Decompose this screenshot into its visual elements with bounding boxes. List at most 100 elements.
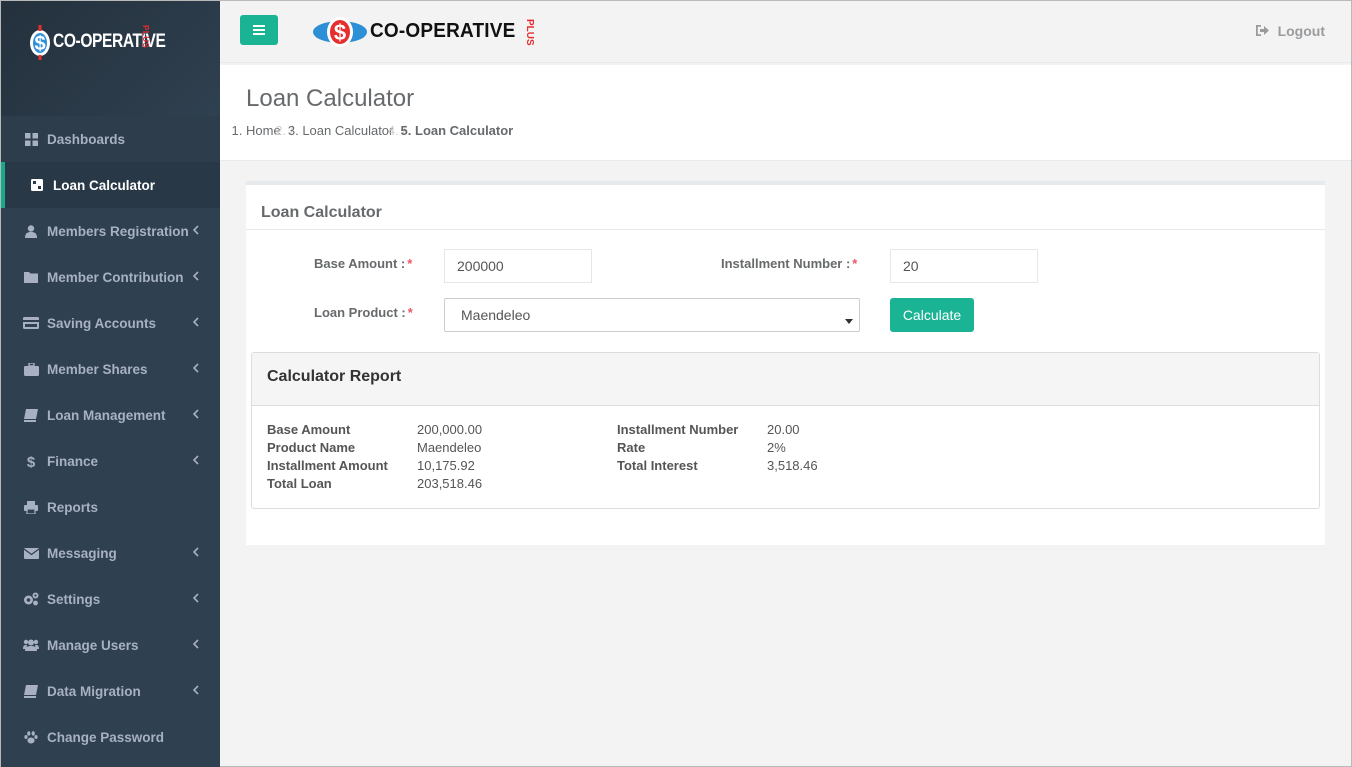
calculator-report-panel: Calculator Report Base Amount Product Na…: [251, 352, 1320, 509]
sidebar-item-finance[interactable]: $ Finance: [1, 438, 220, 484]
chevron-left-icon: [192, 316, 202, 328]
briefcase-icon: [23, 361, 39, 377]
installment-number-label-text: Installment Number :: [721, 256, 851, 271]
page-title: Loan Calculator: [246, 85, 415, 112]
top-navbar: $ CO-OPERATIVE PLUS Logout: [220, 1, 1351, 63]
sidebar-item-label: Data Migration: [47, 683, 141, 699]
sidebar-item-saving-accounts[interactable]: Saving Accounts: [1, 300, 220, 346]
sidebar-item-label: Saving Accounts: [47, 315, 157, 331]
credit-card-icon: [23, 315, 39, 331]
sidebar-item-members-registration[interactable]: Members Registration: [1, 208, 220, 254]
logout-link[interactable]: Logout: [1255, 23, 1325, 39]
report-right-values: 20.00 2% 3,518.46: [767, 421, 818, 475]
report-label: Installment Number: [617, 422, 739, 437]
sidebar-item-member-shares[interactable]: Member Shares: [1, 346, 220, 392]
report-value: 200,000.00: [417, 422, 483, 437]
sidebar: $ CO-OPERATIVE PLUS Dashboards Loan Calc…: [1, 1, 220, 767]
sidebar-item-label: Change Password: [47, 729, 165, 745]
sidebar-item-label: Messaging: [47, 545, 117, 561]
sidebar-item-settings[interactable]: Settings: [1, 576, 220, 622]
chevron-left-icon: [192, 638, 202, 650]
chevron-left-icon: [192, 454, 202, 466]
sidebar-item-label: Members Registration: [47, 223, 189, 239]
report-label: Rate: [617, 440, 646, 455]
report-value: 10,175.92: [417, 458, 475, 473]
sidebar-brand-plus: PLUS: [141, 25, 150, 49]
sidebar-item-reports[interactable]: Reports: [1, 484, 220, 530]
loan-product-label: Loan Product : *: [314, 305, 413, 320]
sidebar-logo[interactable]: $ CO-OPERATIVE PLUS: [29, 23, 190, 61]
dollar-icon: $: [23, 453, 39, 469]
sidebar-item-label: Finance: [47, 453, 99, 469]
report-value: Maendeleo: [417, 440, 482, 455]
base-amount-label: Base Amount : *: [314, 256, 412, 271]
sidebar-item-loan-management[interactable]: Loan Management: [1, 392, 220, 438]
book-icon: [23, 683, 39, 699]
sidebar-item-label: Loan Calculator: [53, 177, 156, 193]
dollar-coin-logo-icon: $: [312, 11, 368, 52]
sidebar-item-manage-users[interactable]: Manage Users: [1, 622, 220, 668]
book-icon: [23, 407, 39, 423]
header-brand-plus: PLUS: [524, 19, 535, 46]
chevron-left-icon: [192, 592, 202, 604]
header-logo[interactable]: $ CO-OPERATIVE PLUS: [312, 11, 535, 52]
report-right-labels: Installment Number Rate Total Interest: [617, 421, 738, 475]
required-mark: *: [407, 305, 413, 320]
sidebar-item-label: Loan Management: [47, 407, 166, 423]
grid-icon: [23, 131, 39, 147]
hamburger-icon: [253, 23, 265, 38]
users-icon: [23, 637, 39, 653]
report-value: 3,518.46: [767, 458, 818, 473]
required-mark: *: [407, 256, 413, 271]
breadcrumb-loan-calculator[interactable]: Loan Calculator: [302, 123, 393, 138]
report-title: Calculator Report: [252, 353, 1319, 406]
caret-down-icon: [845, 312, 853, 328]
cogs-icon: [23, 591, 39, 607]
loan-product-selected-value: Maendeleo: [461, 307, 531, 323]
sidebar-item-loan-calculator[interactable]: Loan Calculator: [1, 162, 220, 208]
sidebar-item-label: Reports: [47, 499, 99, 515]
chevron-left-icon: [192, 224, 202, 236]
chevron-left-icon: [192, 546, 202, 558]
paw-icon: [23, 729, 39, 745]
sidebar-item-label: Manage Users: [47, 637, 139, 653]
page-heading: Loan Calculator Home / Loan Calculator /…: [220, 65, 1351, 161]
base-amount-input[interactable]: 200000: [444, 249, 592, 283]
logout-label: Logout: [1277, 23, 1325, 39]
calculate-button[interactable]: Calculate: [890, 298, 974, 332]
report-left-labels: Base Amount Product Name Installment Amo…: [267, 421, 388, 493]
sidebar-item-dashboards[interactable]: Dashboards: [1, 116, 220, 162]
report-label: Total Interest: [617, 458, 698, 473]
report-value: 203,518.46: [417, 476, 483, 491]
header-brand-name: CO-OPERATIVE: [370, 20, 516, 42]
installment-number-input[interactable]: 20: [890, 249, 1038, 283]
sidebar-item-change-password[interactable]: Change Password: [1, 714, 220, 760]
report-value: 2%: [767, 440, 786, 455]
sidebar-item-label: Member Contribution: [47, 269, 184, 285]
print-icon: [23, 499, 39, 515]
report-label: Total Loan: [267, 476, 332, 491]
sidebar-header: $ CO-OPERATIVE PLUS: [1, 1, 220, 116]
svg-text:$: $: [334, 20, 346, 45]
breadcrumb-current: Loan Calculator: [415, 123, 513, 138]
installment-number-label: Installment Number : *: [721, 256, 857, 271]
sidebar-item-data-migration[interactable]: Data Migration: [1, 668, 220, 714]
chevron-left-icon: [192, 362, 202, 374]
svg-text:$: $: [34, 33, 45, 55]
sidebar-item-label: Dashboards: [47, 131, 126, 147]
calculator-icon: [29, 177, 45, 193]
report-label: Product Name: [267, 440, 356, 455]
svg-text:$: $: [27, 454, 36, 469]
loan-product-select[interactable]: Maendeleo: [444, 298, 860, 332]
sidebar-item-member-contribution[interactable]: Member Contribution: [1, 254, 220, 300]
sidebar-item-messaging[interactable]: Messaging: [1, 530, 220, 576]
folder-icon: [23, 269, 39, 285]
sign-out-icon: [1255, 23, 1278, 39]
base-amount-label-text: Base Amount :: [314, 256, 406, 271]
menu-toggle-button[interactable]: [240, 15, 278, 45]
sidebar-item-label: Settings: [47, 591, 101, 607]
breadcrumb-loan-calculator-link[interactable]: Loan Calculator: [302, 123, 393, 138]
report-label: Base Amount: [267, 422, 351, 437]
envelope-icon: [23, 545, 39, 561]
required-mark: *: [852, 256, 858, 271]
